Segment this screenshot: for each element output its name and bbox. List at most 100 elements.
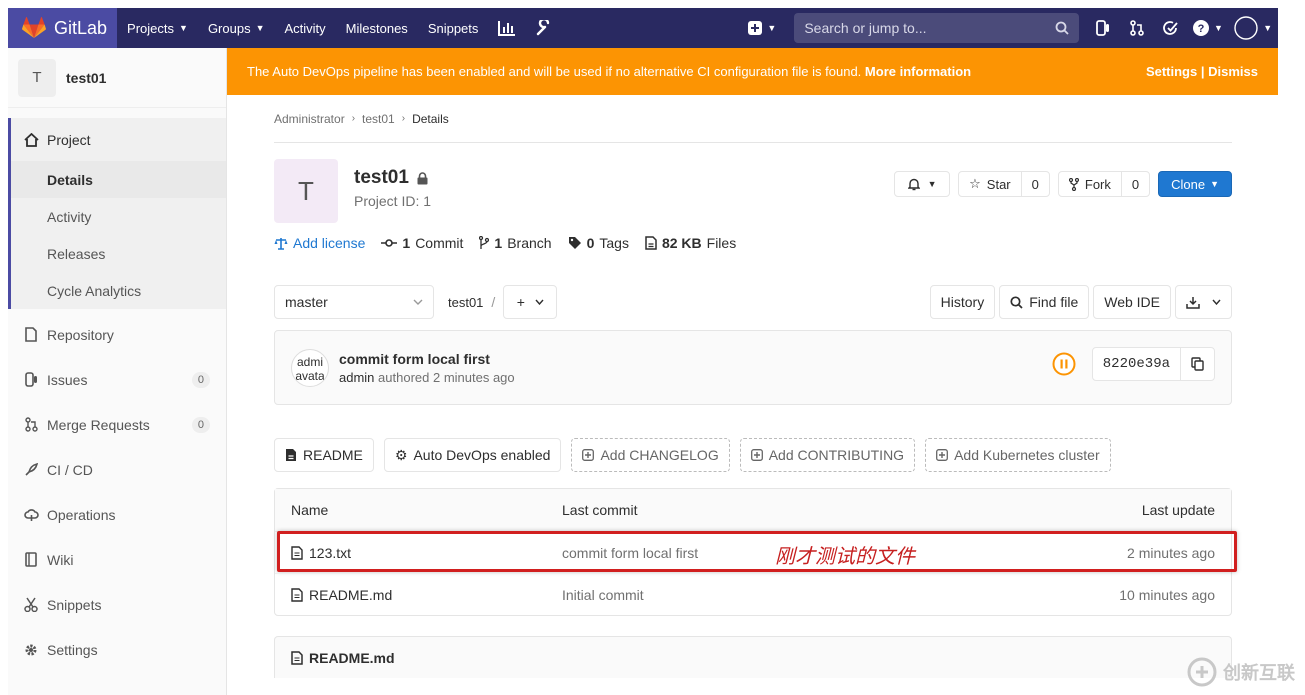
merge-request-icon[interactable] bbox=[1120, 8, 1154, 48]
chevron-down-icon: ▼ bbox=[179, 23, 188, 33]
banner-settings-link[interactable]: Settings bbox=[1146, 64, 1197, 79]
col-last-update-header: Last update bbox=[1141, 502, 1215, 518]
commit-authored-time: authored 2 minutes ago bbox=[378, 369, 515, 385]
wrench-icon[interactable] bbox=[526, 8, 562, 48]
sidebar-item-merge-requests[interactable]: Merge Requests 0 bbox=[8, 402, 226, 447]
copy-sha-button[interactable] bbox=[1180, 348, 1214, 380]
auto-devops-button[interactable]: ⚙ Auto DevOps enabled bbox=[383, 438, 562, 472]
clone-button[interactable]: Clone ▼ bbox=[1158, 171, 1232, 197]
sidebar-item-issues[interactable]: Issues 0 bbox=[8, 357, 226, 402]
issues-icon[interactable] bbox=[1087, 8, 1121, 48]
project-quick-buttons: README ⚙ Auto DevOps enabled Add CHANGEL… bbox=[274, 438, 1232, 472]
chevron-down-icon: ▼ bbox=[927, 179, 937, 189]
sidebar-item-cycle-analytics[interactable]: Cycle Analytics bbox=[11, 272, 226, 309]
banner-more-info-link[interactable]: More information bbox=[865, 64, 971, 79]
user-avatar-icon bbox=[1234, 16, 1258, 40]
todo-icon[interactable] bbox=[1154, 8, 1188, 48]
pipeline-paused-icon[interactable] bbox=[1052, 352, 1076, 376]
sidebar-item-operations[interactable]: Operations bbox=[8, 492, 226, 537]
table-row[interactable]: 123.txt commit form local first 2 minute… bbox=[275, 531, 1237, 573]
commit-sha[interactable]: 8220e39a bbox=[1093, 356, 1180, 372]
plus-square-icon bbox=[936, 449, 949, 461]
file-last-commit[interactable]: Initial commit bbox=[562, 587, 1011, 603]
gitlab-home-link[interactable]: GitLab bbox=[8, 8, 118, 48]
search-icon bbox=[1010, 295, 1023, 309]
sidebar-item-repository[interactable]: Repository bbox=[8, 312, 226, 357]
web-ide-button[interactable]: Web IDE bbox=[1093, 285, 1171, 319]
add-changelog-button[interactable]: Add CHANGELOG bbox=[571, 438, 730, 472]
new-item-dropdown[interactable]: ▼ bbox=[738, 21, 786, 35]
sidebar-item-details[interactable]: Details bbox=[11, 161, 226, 198]
chevron-right-icon: › bbox=[351, 113, 356, 124]
commit-author[interactable]: admin bbox=[339, 370, 374, 385]
help-dropdown[interactable]: ? ▼ bbox=[1188, 8, 1229, 48]
nav-milestones[interactable]: Milestones bbox=[336, 8, 418, 48]
user-menu-dropdown[interactable]: ▼ bbox=[1228, 8, 1278, 48]
top-navbar: GitLab Projects ▼ Groups ▼ Activity Milest… bbox=[8, 8, 1278, 48]
nav-activity[interactable]: Activity bbox=[275, 8, 336, 48]
sidebar-project-label: Project bbox=[47, 131, 91, 148]
project-avatar: T bbox=[18, 58, 56, 97]
fork-icon bbox=[1068, 177, 1079, 191]
file-name-cell[interactable]: README.md bbox=[275, 587, 562, 603]
auto-devops-label: Auto DevOps enabled bbox=[413, 447, 551, 463]
sidebar-project-header[interactable]: T test01 bbox=[8, 48, 226, 108]
add-kubernetes-button[interactable]: Add Kubernetes cluster bbox=[925, 438, 1111, 472]
fork-count[interactable]: 0 bbox=[1120, 172, 1149, 196]
svg-text:?: ? bbox=[1198, 23, 1205, 35]
banner-separator: | bbox=[1200, 64, 1205, 79]
download-dropdown[interactable] bbox=[1175, 285, 1232, 319]
fork-button[interactable]: Fork 0 bbox=[1057, 171, 1151, 197]
sidebar-wiki-label: Wiki bbox=[47, 551, 74, 568]
sidebar-item-releases[interactable]: Releases bbox=[11, 235, 226, 272]
breadcrumb-administrator[interactable]: Administrator bbox=[274, 112, 345, 126]
sidebar-item-settings[interactable]: Settings bbox=[8, 627, 226, 672]
chart-icon[interactable] bbox=[488, 8, 526, 48]
commit-title[interactable]: commit form local first bbox=[339, 351, 515, 367]
chevron-down-icon: ▼ bbox=[255, 23, 265, 33]
nav-snippets[interactable]: Snippets bbox=[418, 8, 489, 48]
find-file-label: Find file bbox=[1029, 294, 1079, 310]
watermark: 创新互联 bbox=[1187, 657, 1295, 687]
banner-dismiss-link[interactable]: Dismiss bbox=[1208, 64, 1258, 79]
add-contributing-button[interactable]: Add CONTRIBUTING bbox=[739, 438, 916, 472]
lock-icon bbox=[417, 171, 428, 184]
star-count[interactable]: 0 bbox=[1020, 172, 1049, 196]
notification-dropdown[interactable]: ▼ bbox=[894, 171, 951, 197]
sidebar-settings-label: Settings bbox=[47, 641, 98, 658]
sidebar-item-wiki[interactable]: Wiki bbox=[8, 537, 226, 582]
tree-path-root[interactable]: test01 bbox=[448, 295, 483, 310]
nav-groups[interactable]: Groups ▼ bbox=[198, 8, 275, 48]
highlight-box bbox=[277, 531, 1237, 572]
file-name: README.md bbox=[309, 586, 393, 603]
search-icon bbox=[1055, 21, 1069, 35]
sidebar-item-activity[interactable]: Activity bbox=[11, 198, 226, 235]
table-row[interactable]: README.md Initial commit 10 minutes ago bbox=[275, 573, 1231, 615]
chevron-down-icon: ▼ bbox=[1263, 23, 1273, 33]
nav-projects[interactable]: Projects ▼ bbox=[117, 8, 198, 48]
readme-panel-header: README.md bbox=[274, 636, 1232, 678]
project-avatar-large: T bbox=[274, 159, 338, 223]
search-input[interactable]: Search or jump to... bbox=[794, 13, 1079, 43]
banner-message: The Auto DevOps pipeline has been enable… bbox=[247, 64, 971, 79]
readme-button[interactable]: README bbox=[274, 438, 374, 472]
tree-toolbar: master test01 / + History Find file Web … bbox=[274, 285, 1232, 319]
commit-author-avatar[interactable]: admi avata bbox=[291, 348, 329, 387]
file-icon bbox=[286, 449, 296, 461]
file-icon bbox=[291, 587, 303, 602]
breadcrumb-current[interactable]: Details bbox=[412, 112, 449, 126]
star-label: Star bbox=[986, 176, 1011, 192]
doc-icon bbox=[23, 327, 39, 342]
sidebar-item-snippets[interactable]: Snippets bbox=[8, 582, 226, 627]
col-name-header: Name bbox=[291, 502, 329, 518]
tree-path-separator: / bbox=[491, 294, 496, 310]
find-file-button[interactable]: Find file bbox=[999, 285, 1090, 319]
sidebar-item-cicd[interactable]: CI / CD bbox=[8, 447, 226, 492]
help-icon: ? bbox=[1193, 20, 1209, 36]
add-to-tree-dropdown[interactable]: + bbox=[503, 285, 558, 319]
history-button[interactable]: History bbox=[929, 285, 996, 319]
breadcrumb-project[interactable]: test01 bbox=[362, 112, 395, 126]
branch-select[interactable]: master bbox=[274, 285, 434, 319]
sidebar-item-project[interactable]: Project bbox=[11, 118, 226, 161]
star-button[interactable]: ☆ Star 0 bbox=[958, 171, 1050, 197]
